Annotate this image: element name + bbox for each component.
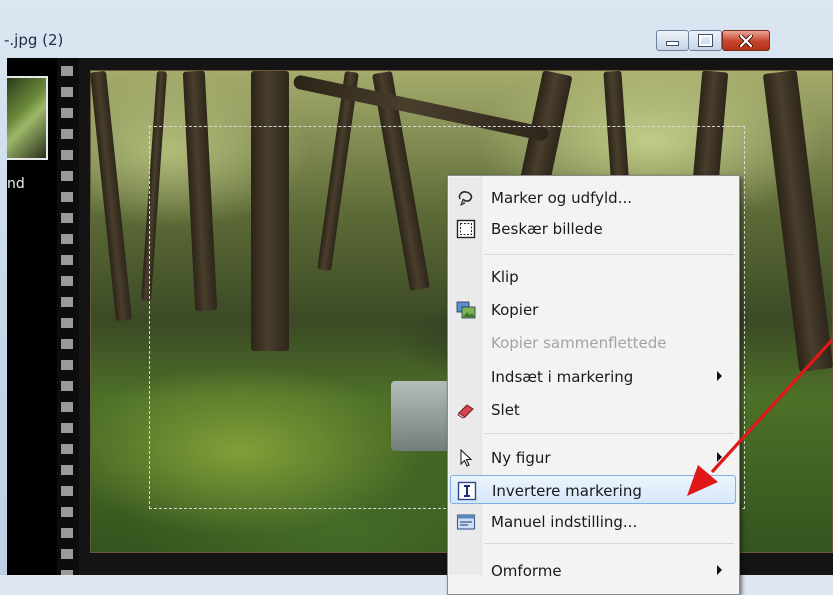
annotation-arrow xyxy=(687,338,833,496)
annotation-arrow-shaft xyxy=(710,338,833,474)
